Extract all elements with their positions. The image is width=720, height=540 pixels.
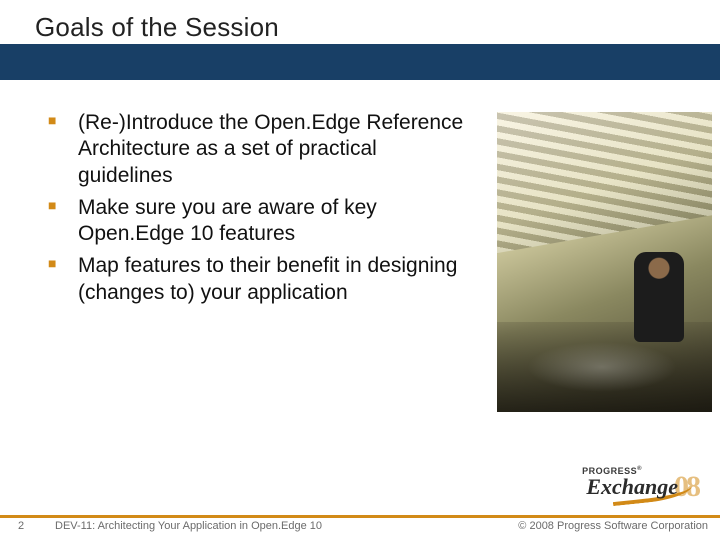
- bullet-item: (Re-)Introduce the Open.Edge Reference A…: [70, 110, 465, 189]
- title-bar: [0, 44, 720, 80]
- title-area: Goals of the Session: [0, 0, 720, 80]
- image-person: [634, 252, 684, 342]
- logo-exchange-text: Exchange: [586, 474, 678, 500]
- copyright: © 2008 Progress Software Corporation: [518, 520, 708, 532]
- footer-title: DEV-11: Architecting Your Application in…: [55, 520, 322, 532]
- logo: 08 PROGRESS® Exchange: [520, 468, 700, 510]
- bullet-list: (Re-)Introduce the Open.Edge Reference A…: [70, 110, 465, 306]
- slide-title: Goals of the Session: [0, 0, 720, 43]
- footer-bar: [0, 515, 720, 518]
- side-image: [497, 112, 712, 412]
- footer: 08 PROGRESS® Exchange 2 DEV-11: Architec…: [0, 485, 720, 540]
- bullet-item: Make sure you are aware of key Open.Edge…: [70, 195, 465, 248]
- image-ceiling: [497, 112, 712, 260]
- slide: Goals of the Session (Re-)Introduce the …: [0, 0, 720, 540]
- image-reflection: [527, 342, 677, 392]
- page-number: 2: [18, 520, 24, 532]
- bullet-item: Map features to their benefit in designi…: [70, 253, 465, 306]
